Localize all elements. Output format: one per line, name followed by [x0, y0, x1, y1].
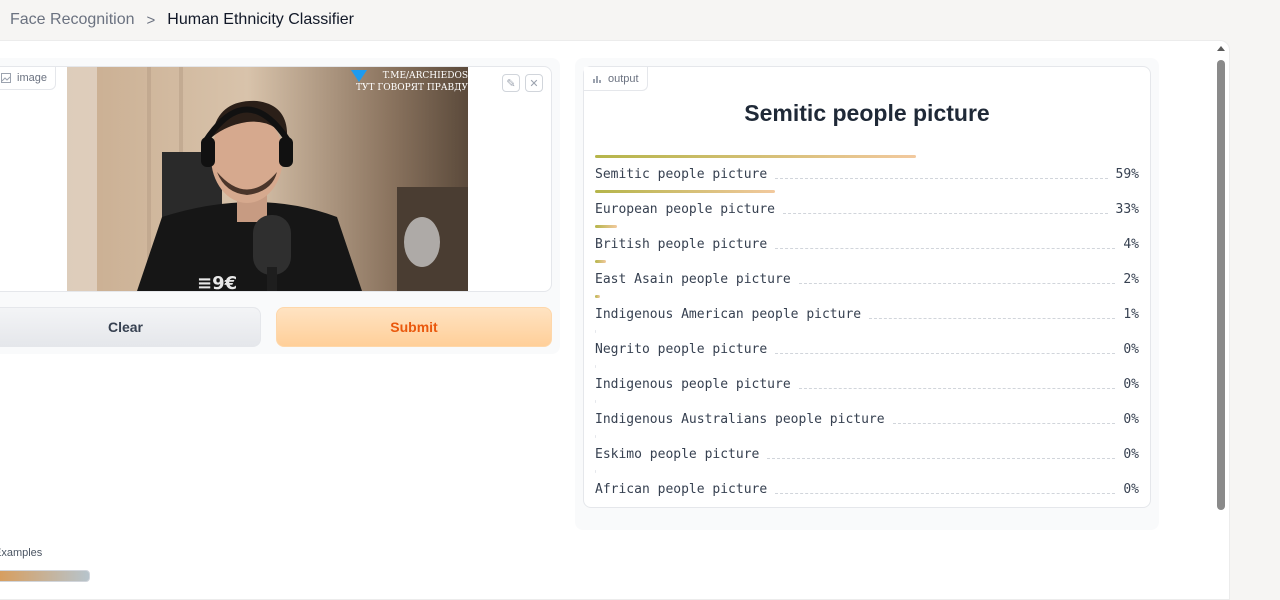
- confidence-label: Semitic people picture: [595, 166, 768, 182]
- confidence-bar: [595, 365, 596, 368]
- watermark: T.ME/ARCHIEDOS ТУТ ГОВОРЯТ ПРАВДУ: [350, 70, 468, 94]
- confidence-row: British people picture 4%: [595, 225, 1139, 260]
- confidence-row: Eskimo people picture 0%: [595, 435, 1139, 470]
- breadcrumb: Face Recognition > Human Ethnicity Class…: [0, 0, 1280, 40]
- examples-label: Examples: [0, 547, 43, 559]
- prediction-title: Semitic people picture: [744, 100, 990, 126]
- submit-button[interactable]: Submit: [276, 307, 552, 347]
- confidence-row: European people picture 33%: [595, 190, 1139, 225]
- confidence-label: Negrito people picture: [595, 341, 768, 357]
- confidence-row: Indigenous people picture 0%: [595, 365, 1139, 400]
- confidence-label: African people picture: [595, 481, 768, 497]
- svg-text:≡9€: ≡9€: [197, 273, 237, 291]
- clear-button[interactable]: Clear: [0, 307, 261, 347]
- chevron-right-icon: >: [146, 11, 156, 29]
- confidence-row: East Asain people picture 2%: [595, 260, 1139, 295]
- watermark-line-2: ТУТ ГОВОРЯТ ПРАВДУ: [355, 83, 468, 93]
- confidence-bar: [595, 190, 775, 193]
- confidence-bar: [595, 295, 601, 298]
- image-label: image: [0, 66, 56, 90]
- confidence-row: Indigenous American people picture 1%: [595, 295, 1139, 330]
- pencil-icon[interactable]: ✎: [502, 74, 520, 92]
- confidence-value: 4%: [1123, 236, 1139, 252]
- confidence-bar: [595, 155, 916, 158]
- breadcrumb-current: Human Ethnicity Classifier: [167, 11, 355, 28]
- confidence-label: Indigenous Australians people picture: [595, 411, 885, 427]
- confidence-value: 59%: [1115, 166, 1139, 182]
- confidence-row: Negrito people picture 0%: [595, 330, 1139, 365]
- confidence-value: 0%: [1123, 341, 1139, 357]
- confidence-bar: [595, 225, 617, 228]
- close-icon[interactable]: ✕: [525, 74, 543, 92]
- confidence-label: East Asain people picture: [595, 271, 791, 287]
- confidence-row: Indigenous Australians people picture 0%: [595, 400, 1139, 435]
- confidence-label: European people picture: [595, 201, 776, 217]
- output-label-text: output: [608, 72, 639, 85]
- confidence-value: 1%: [1123, 306, 1139, 322]
- confidence-value: 33%: [1115, 201, 1139, 217]
- confidence-label: Indigenous American people picture: [595, 306, 862, 322]
- confidence-value: 0%: [1123, 376, 1139, 392]
- confidence-row: Semitic people picture 59%: [595, 155, 1139, 190]
- watermark-line-1: T.ME/ARCHIEDOS: [382, 71, 468, 81]
- confidence-bar: [595, 400, 596, 403]
- confidence-label: Indigenous people picture: [595, 376, 791, 392]
- confidence-bar: [595, 470, 596, 473]
- scroll-up-arrow-icon[interactable]: [1217, 46, 1225, 51]
- confidence-value: 0%: [1123, 481, 1139, 497]
- output-label: output: [584, 67, 648, 91]
- confidence-bar: [595, 260, 606, 263]
- confidence-row: African people picture 0%: [595, 470, 1139, 505]
- confidence-label: Eskimo people picture: [595, 446, 760, 462]
- image-icon: [1, 73, 11, 83]
- confidence-bar: [595, 435, 596, 438]
- bar-chart-icon: [593, 75, 601, 83]
- image-label-text: image: [17, 72, 47, 84]
- confidence-value: 0%: [1123, 446, 1139, 462]
- confidence-value: 2%: [1123, 271, 1139, 287]
- example-thumbnail[interactable]: [0, 570, 90, 582]
- breadcrumb-parent-link[interactable]: Face Recognition: [10, 11, 135, 29]
- scrollbar-thumb[interactable]: [1217, 60, 1225, 510]
- uploaded-image: ≡9€: [67, 67, 468, 291]
- confidence-label: British people picture: [595, 236, 768, 252]
- confidence-bar: [595, 330, 596, 333]
- confidence-value: 0%: [1123, 411, 1139, 427]
